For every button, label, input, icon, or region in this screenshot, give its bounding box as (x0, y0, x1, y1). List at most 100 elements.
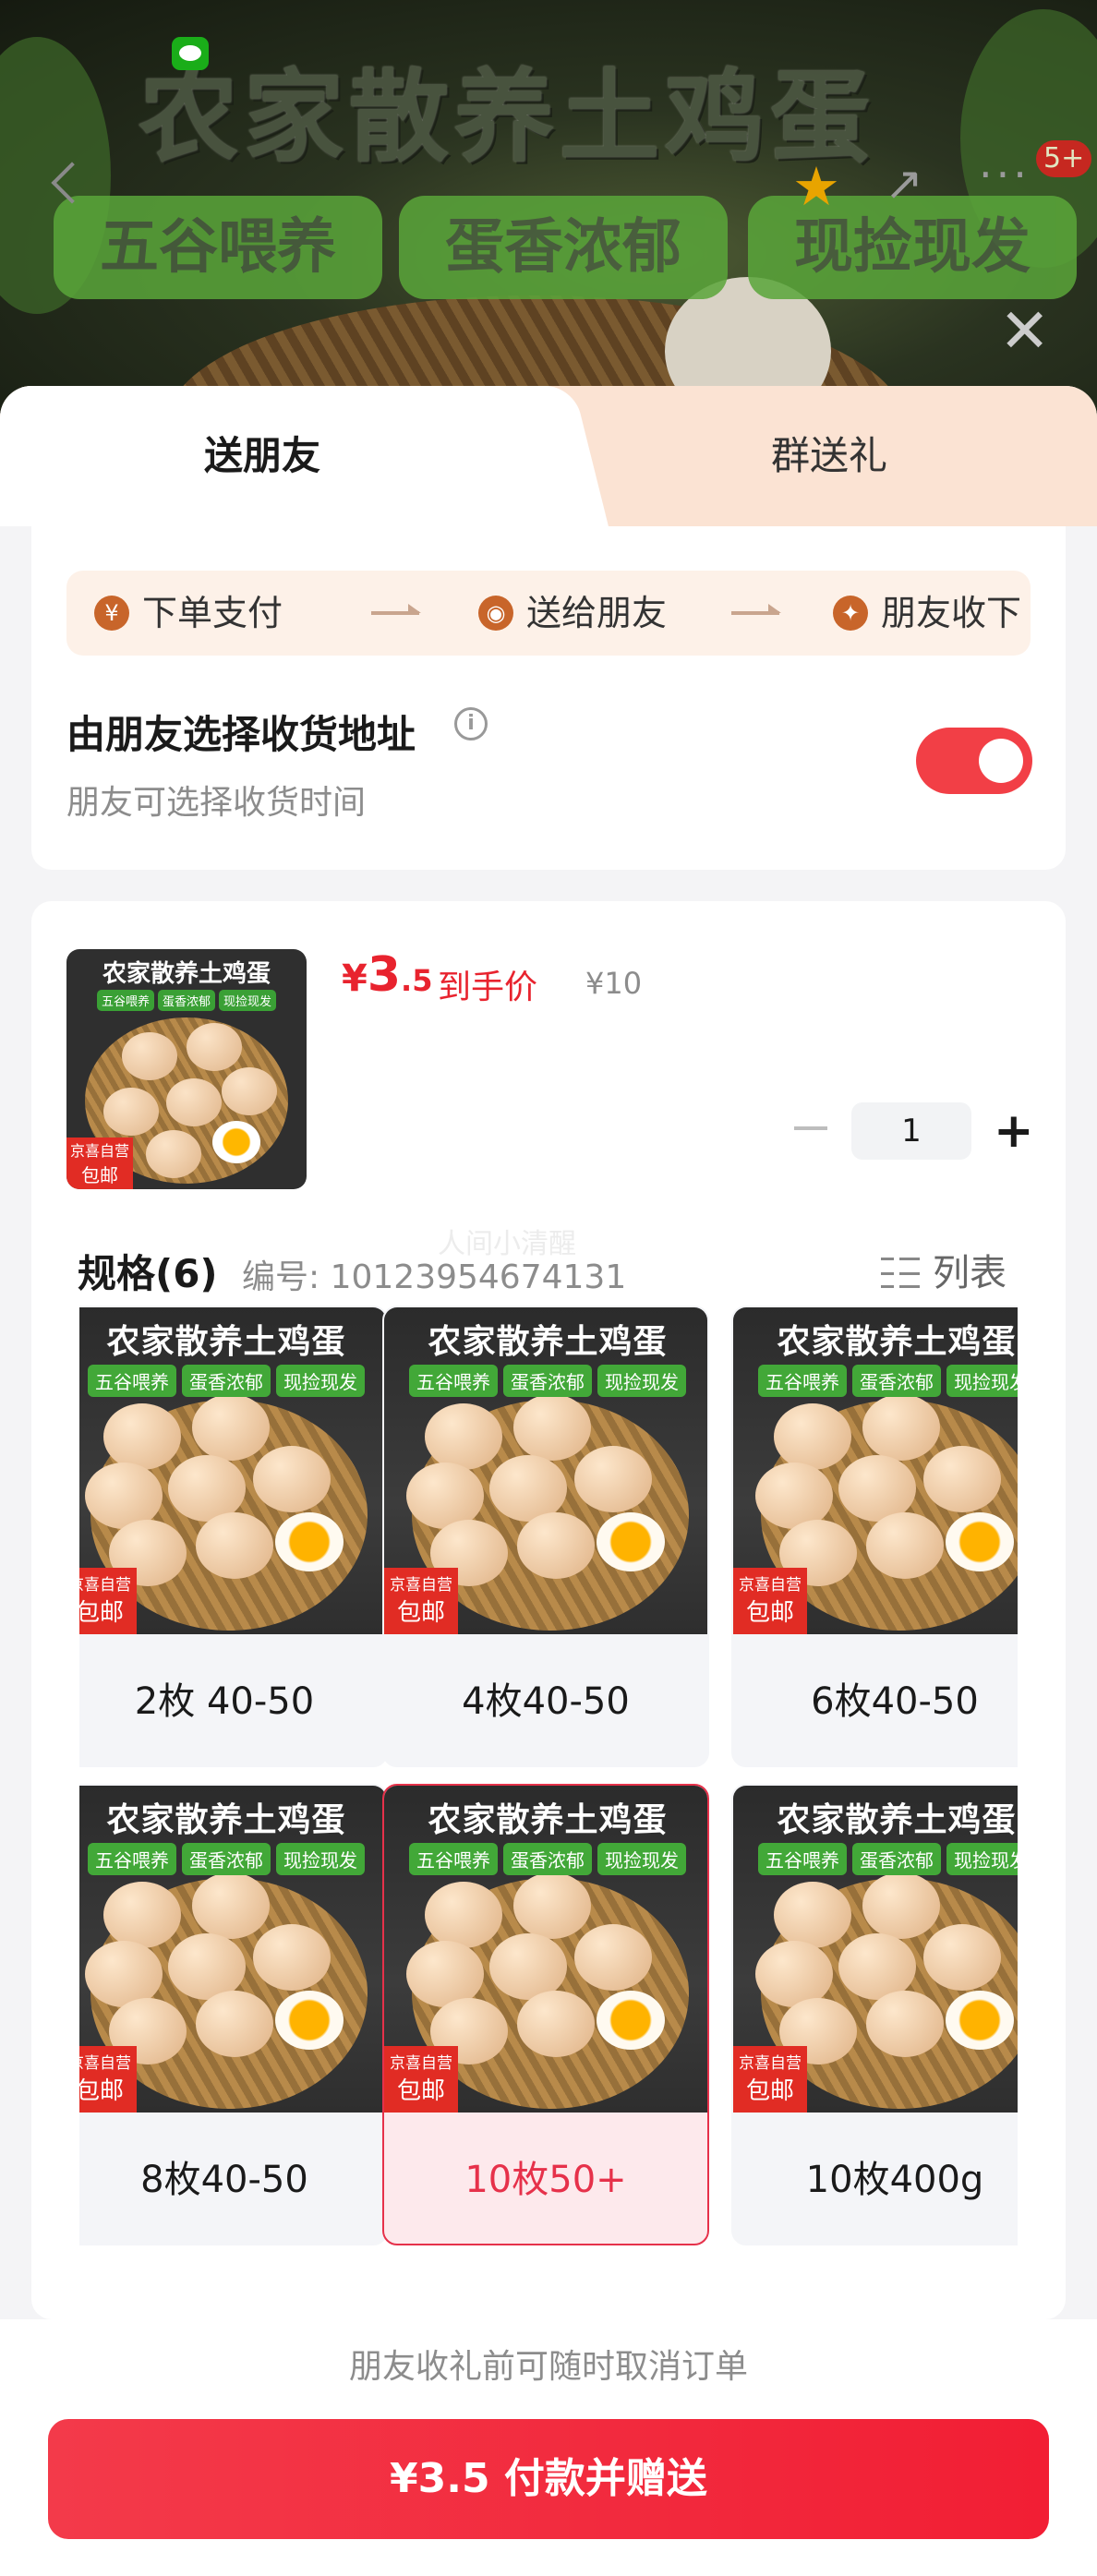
yolk-image (275, 1991, 344, 2050)
quantity-increase-button[interactable]: + (994, 1102, 1034, 1160)
spec-title: 规格(6) (78, 1251, 218, 1296)
badge-bottom-text: 包邮 (745, 2077, 794, 2105)
badge-bottom-text: 包邮 (81, 1164, 118, 1186)
yolk-image (597, 1991, 665, 2050)
variant-image-tag: 五谷喂养 (88, 1843, 176, 1875)
egg-image (774, 1882, 851, 1948)
arrow-right-icon (731, 604, 781, 615)
variant-card[interactable]: 农家散养土鸡蛋 五谷喂养 蛋香浓郁 现捡现发 京喜自营 包邮 10枚50+ (382, 1784, 709, 2245)
variant-card[interactable]: 农家散养土鸡蛋五谷喂养蛋香浓郁现捡现发京喜自营包邮 6枚40-50 (731, 1306, 1018, 1767)
badge-top-text: 京喜自营 (79, 1576, 131, 1595)
egg-image (166, 1078, 222, 1126)
gift-settings-card: ¥ 下单支付 ◉ 送给朋友 ✦ 朋友收下 由朋友选择收货地址 i 朋友可选择收货时间 (31, 526, 1066, 870)
favorite-star-icon[interactable]: ★ (792, 155, 840, 218)
shipping-badge: 京喜自营包邮 (66, 1138, 133, 1189)
variant-card[interactable]: 农家散养土鸡蛋五谷喂养蛋香浓郁现捡现发京喜自营包邮 8枚40-50 (79, 1784, 388, 2245)
egg-image (196, 1512, 273, 1579)
egg-image (513, 1394, 591, 1461)
thumbnail-tag: 蛋香浓郁 (157, 990, 215, 1011)
variant-image-tags: 五谷喂养蛋香浓郁现捡现发 (79, 1843, 386, 1875)
egg-image (122, 1032, 177, 1080)
thumbnail-tag: 现捡现发 (219, 990, 277, 1011)
gift-flow: ¥ 下单支付 ◉ 送给朋友 ✦ 朋友收下 (66, 571, 1031, 656)
egg-image (574, 1924, 652, 1991)
egg-image (192, 1872, 270, 1939)
shipping-badge: 京喜自营包邮 (79, 1568, 137, 1634)
variant-image-tags: 五谷喂养蛋香浓郁现捡现发 (79, 1365, 386, 1397)
flow-step-pay: ¥ 下单支付 (94, 571, 283, 656)
thumbnail-tag: 五谷喂养 (96, 990, 154, 1011)
close-icon[interactable]: ✕ (999, 301, 1050, 362)
shipping-badge: 京喜自营包邮 (384, 2046, 458, 2113)
badge-bottom-text: 包邮 (396, 1599, 445, 1627)
shipping-badge: 京喜自营包邮 (79, 2046, 137, 2113)
badge-bottom-text: 包邮 (396, 2077, 445, 2105)
egg-image (103, 1882, 181, 1948)
egg-image (862, 1394, 940, 1461)
variant-image-title: 农家散养土鸡蛋 (106, 1801, 346, 1839)
egg-image (866, 1512, 944, 1579)
variant-image: 农家散养土鸡蛋五谷喂养蛋香浓郁现捡现发京喜自营包邮 (79, 1307, 386, 1634)
egg-image (774, 1403, 851, 1470)
yolk-image (275, 1512, 344, 1571)
badge-top-text: 京喜自营 (69, 1142, 129, 1160)
variant-image-title: 农家散养土鸡蛋 (777, 1801, 1017, 1839)
yolk-image (946, 1512, 1014, 1571)
variant-image-tag: 现捡现发 (597, 1365, 686, 1397)
egg-image (517, 1512, 595, 1579)
variant-label: 4枚40-50 (462, 1680, 630, 1723)
wechat-icon (172, 37, 209, 70)
egg-image (146, 1130, 201, 1178)
tab-group-gift[interactable]: 群送礼 (561, 386, 1097, 526)
badge-bottom-text: 包邮 (745, 1599, 794, 1627)
wechat-icon: ◉ (478, 595, 513, 631)
tab-send-friend[interactable]: 送朋友 (0, 386, 561, 526)
yolk-image (597, 1512, 665, 1571)
pay-and-gift-button[interactable]: ¥3.5 付款并赠送 (48, 2419, 1049, 2539)
egg-image (425, 1403, 502, 1470)
badge-top-text: 京喜自营 (739, 1576, 802, 1595)
badge-bottom-text: 包邮 (79, 2077, 124, 2105)
address-option-title: 由朋友选择收货地址 (66, 712, 416, 757)
egg-image (222, 1067, 277, 1115)
variant-image: 农家散养土鸡蛋五谷喂养蛋香浓郁现捡现发京喜自营包邮 (384, 1307, 707, 1634)
variant-image-tag: 蛋香浓郁 (503, 1843, 592, 1875)
egg-image (253, 1446, 331, 1512)
variant-card[interactable]: 农家散养土鸡蛋 五谷喂养 蛋香浓郁 现捡现发 京喜自营 包邮 4枚40-50 (382, 1306, 709, 1767)
banner-tag: 蛋香浓郁 (399, 196, 728, 299)
variant-image-tag: 五谷喂养 (88, 1365, 176, 1397)
egg-image (574, 1446, 652, 1512)
watermark: 人间小清醒 (438, 1228, 576, 1260)
variant-label: 8枚40-50 (140, 2159, 308, 2201)
price-label: 到手价 (438, 969, 538, 1006)
egg-image (253, 1924, 331, 1991)
variant-image-tag: 五谷喂养 (758, 1365, 847, 1397)
variant-image-tag: 蛋香浓郁 (852, 1843, 941, 1875)
list-view-button[interactable]: 列表 (881, 1243, 1007, 1296)
cancel-note: 朋友收礼前可随时取消订单 (0, 2319, 1097, 2415)
egg-image (425, 1882, 502, 1948)
variant-card[interactable]: 农家散养土鸡蛋五谷喂养蛋香浓郁现捡现发京喜自营包邮 10枚400g (731, 1784, 1018, 2245)
variant-image-tag: 现捡现发 (276, 1843, 365, 1875)
variant-label: 10枚400g (805, 2159, 984, 2201)
egg-image (923, 1446, 1001, 1512)
badge-top-text: 京喜自营 (79, 2054, 131, 2073)
variant-image-tag: 现捡现发 (276, 1365, 365, 1397)
quantity-input[interactable]: 1 (851, 1102, 971, 1160)
egg-image (192, 1394, 270, 1461)
info-icon[interactable]: i (454, 707, 488, 740)
share-icon[interactable]: ↗ (885, 157, 923, 211)
address-toggle[interactable] (916, 728, 1032, 794)
arrow-right-icon (371, 604, 421, 615)
quantity-decrease-button[interactable] (794, 1126, 827, 1130)
variant-image-title: 农家散养土鸡蛋 (428, 1323, 668, 1361)
variant-card[interactable]: 农家散养土鸡蛋五谷喂养蛋香浓郁现捡现发京喜自营包邮 2枚 40-50 (79, 1306, 388, 1767)
variant-image-tags: 五谷喂养蛋香浓郁现捡现发 (733, 1365, 1018, 1397)
variant-image-tag: 五谷喂养 (409, 1843, 498, 1875)
yuan-icon: ¥ (94, 595, 129, 631)
more-icon[interactable]: ··· (979, 150, 1031, 199)
egg-image (187, 1023, 242, 1071)
variant-label: 6枚40-50 (811, 1680, 979, 1723)
variant-image-title: 农家散养土鸡蛋 (106, 1323, 346, 1361)
variant-image-tag: 蛋香浓郁 (182, 1365, 271, 1397)
